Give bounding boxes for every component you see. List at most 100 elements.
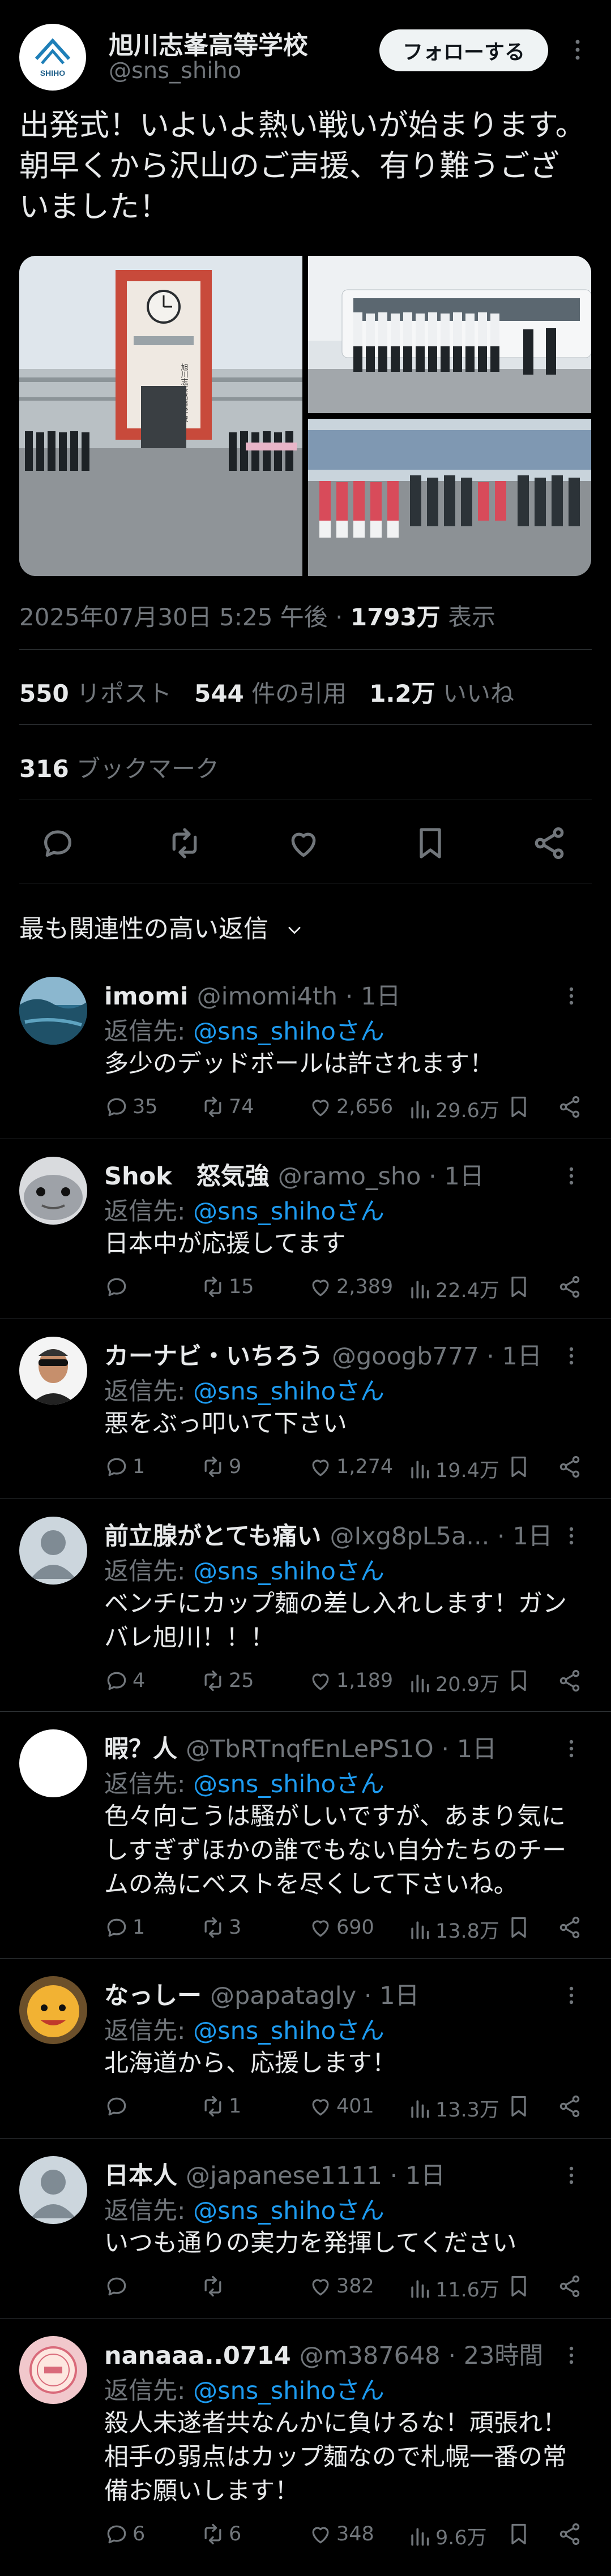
reply-author-name[interactable]: 前立腺がとても痛い: [104, 1522, 322, 1551]
reply-bookmark-button[interactable]: [506, 1094, 531, 1119]
reply-author-handle[interactable]: @imomi4th: [197, 982, 337, 1011]
reply-reply-button[interactable]: [104, 1274, 133, 1299]
reply-share-button[interactable]: [557, 1274, 582, 1299]
reply-repost-button[interactable]: 74: [200, 1094, 254, 1119]
reply-bookmark-button[interactable]: [506, 2094, 531, 2119]
reply-author-handle[interactable]: @Ixg8pL5a...: [330, 1522, 490, 1551]
reply-views-button[interactable]: 22.4万: [407, 1274, 499, 1303]
reply-like-button[interactable]: 2,389: [308, 1274, 393, 1299]
reply-time[interactable]: 1日: [502, 1342, 542, 1371]
share-icon[interactable]: [531, 825, 567, 861]
more-options-icon[interactable]: [567, 1985, 575, 2006]
photo-school-building[interactable]: 旭川志峯高等学校: [19, 256, 302, 576]
reply-to-handle[interactable]: @sns_shihoさん: [193, 1377, 384, 1406]
reply-author-handle[interactable]: @papatagly: [210, 1982, 356, 2010]
reply-time[interactable]: 1日: [361, 982, 400, 1011]
reply-time[interactable]: 1日: [379, 1982, 419, 2010]
reply-time[interactable]: 1日: [457, 1735, 497, 1763]
reply-repost-button[interactable]: 6: [200, 2522, 241, 2547]
reply-repost-button[interactable]: 25: [200, 1668, 254, 1693]
more-options-icon[interactable]: [567, 2165, 575, 2186]
reply-to-handle[interactable]: @sns_shihoさん: [193, 1197, 384, 1226]
reply-repost-button[interactable]: 15: [200, 1274, 254, 1299]
more-options-icon[interactable]: [567, 1166, 575, 1186]
reply-reply-button[interactable]: 35: [104, 1094, 158, 1119]
reply-like-button[interactable]: 2,656: [308, 1094, 393, 1119]
reply-bookmark-button[interactable]: [506, 1454, 531, 1479]
like-icon[interactable]: [285, 825, 322, 861]
reply-time[interactable]: 1日: [405, 2162, 445, 2190]
reply-bookmark-button[interactable]: [506, 1668, 531, 1693]
reply-repost-button[interactable]: [200, 2274, 229, 2299]
reply-bookmark-button[interactable]: [506, 2274, 531, 2299]
reply-repost-button[interactable]: 1: [200, 2094, 241, 2119]
reply-reply-button[interactable]: [104, 2094, 133, 2119]
reply-share-button[interactable]: [557, 1094, 582, 1119]
bookmark-icon[interactable]: [412, 825, 448, 861]
author-name[interactable]: 旭川志峯高等学校: [109, 25, 308, 61]
more-options-icon[interactable]: [567, 1526, 575, 1546]
reposts-stat[interactable]: 550 リポスト: [19, 680, 172, 707]
reply-avatar[interactable]: [19, 977, 87, 1045]
reply-to-handle[interactable]: @sns_shihoさん: [193, 2377, 384, 2405]
photo-supporters[interactable]: [308, 419, 591, 576]
more-options-icon[interactable]: [567, 1738, 575, 1759]
reply-sort-dropdown[interactable]: 最も関連性の高い返信: [19, 908, 305, 944]
author-handle[interactable]: @sns_shiho: [109, 58, 241, 84]
bookmarks-stat[interactable]: 316 ブックマーク: [19, 750, 219, 784]
more-options-icon[interactable]: [573, 38, 582, 61]
reply-views-button[interactable]: 29.6万: [407, 1094, 499, 1123]
reply-views-button[interactable]: 13.8万: [407, 1915, 499, 1944]
follow-button[interactable]: フォローする: [379, 29, 548, 71]
reply-repost-button[interactable]: 9: [200, 1454, 241, 1479]
reply-author-name[interactable]: なっしー: [104, 1982, 202, 2010]
reply-like-button[interactable]: 348: [308, 2522, 374, 2547]
reply-views-button[interactable]: 19.4万: [407, 1454, 499, 1483]
reply-author-name[interactable]: 日本人: [104, 2162, 177, 2190]
reply-author-name[interactable]: imomi: [104, 982, 189, 1011]
reply-views-button[interactable]: 13.3万: [407, 2094, 499, 2123]
reply-time[interactable]: 23時間: [464, 2342, 544, 2370]
reply-share-button[interactable]: [557, 1915, 582, 1940]
likes-stat[interactable]: 1.2万 いいね: [369, 680, 514, 707]
reply-reply-button[interactable]: [104, 2274, 133, 2299]
reply-icon[interactable]: [40, 825, 76, 861]
reply-avatar[interactable]: [19, 1729, 87, 1797]
reply-author-name[interactable]: カーナビ・いちろう: [104, 1342, 323, 1371]
reply-reply-button[interactable]: 6: [104, 2522, 145, 2547]
reply-avatar[interactable]: [19, 1976, 87, 2044]
more-options-icon[interactable]: [567, 986, 575, 1006]
reply-to-handle[interactable]: @sns_shihoさん: [193, 1017, 384, 1046]
reply-like-button[interactable]: 1,189: [308, 1668, 393, 1693]
author-avatar[interactable]: SHIHO: [19, 24, 86, 91]
reply-reply-button[interactable]: 1: [104, 1915, 145, 1940]
quotes-stat[interactable]: 544 件の引用: [194, 680, 347, 707]
reply-avatar[interactable]: [19, 1337, 87, 1405]
reply-like-button[interactable]: 401: [308, 2094, 374, 2119]
reply-views-button[interactable]: 20.9万: [407, 1668, 499, 1697]
post-media[interactable]: 旭川志峯高等学校: [19, 256, 591, 576]
reply-to-handle[interactable]: @sns_shihoさん: [193, 1557, 384, 1586]
reply-avatar[interactable]: [19, 2156, 87, 2224]
reply-author-handle[interactable]: @googb777: [332, 1342, 479, 1371]
reply-views-button[interactable]: 9.6万: [407, 2522, 487, 2551]
photo-team-bus[interactable]: [308, 256, 591, 413]
reply-to-handle[interactable]: @sns_shihoさん: [193, 2197, 384, 2225]
reply-reply-button[interactable]: 4: [104, 1668, 145, 1693]
reply-share-button[interactable]: [557, 2274, 582, 2299]
reply-to-handle[interactable]: @sns_shihoさん: [193, 1770, 384, 1798]
reply-time[interactable]: 1日: [444, 1162, 484, 1191]
reply-avatar[interactable]: [19, 2336, 87, 2404]
reply-author-handle[interactable]: @ramo_sho: [278, 1162, 421, 1191]
reply-bookmark-button[interactable]: [506, 1915, 531, 1940]
reply-reply-button[interactable]: 1: [104, 1454, 145, 1479]
reply-repost-button[interactable]: 3: [200, 1915, 241, 1940]
reply-avatar[interactable]: [19, 1157, 87, 1225]
reply-share-button[interactable]: [557, 1668, 582, 1693]
reply-like-button[interactable]: 382: [308, 2274, 374, 2299]
reply-author-handle[interactable]: @TbRTnqfEnLePS1O: [186, 1735, 434, 1763]
more-options-icon[interactable]: [567, 2345, 575, 2365]
reply-views-button[interactable]: 11.6万: [407, 2274, 499, 2303]
reply-share-button[interactable]: [557, 2522, 582, 2547]
reply-like-button[interactable]: 690: [308, 1915, 374, 1940]
